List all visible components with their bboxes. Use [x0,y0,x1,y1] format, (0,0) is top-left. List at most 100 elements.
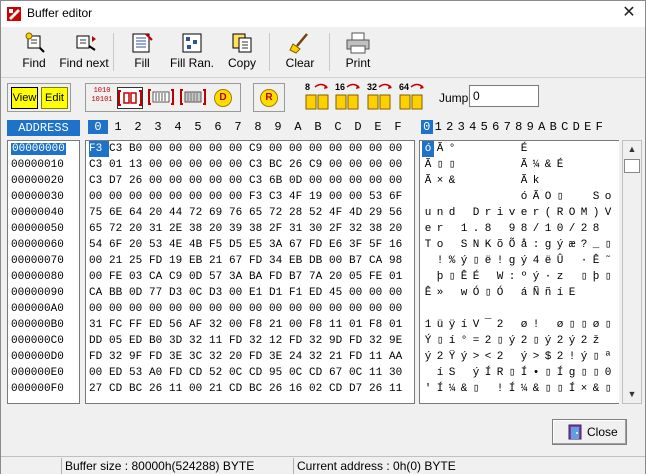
ascii-char[interactable]: ! [530,317,542,333]
hex-byte[interactable]: 38 [249,221,269,237]
hex-byte[interactable]: FD [309,237,329,253]
ascii-char[interactable]: ▯ [554,381,566,397]
ascii-char[interactable]: / [530,221,542,237]
ascii-char[interactable] [506,349,518,365]
ascii-char[interactable]: 2 [482,333,494,349]
hex-byte[interactable]: B0 [129,141,149,157]
ascii-char[interactable]: ý [458,349,470,365]
hex-byte[interactable]: 5F [369,237,389,253]
hex-byte[interactable]: 0D [129,285,149,301]
ascii-char[interactable] [602,173,614,189]
address-row[interactable]: 00000060 [8,237,79,253]
hex-byte[interactable]: 52 [209,365,229,381]
hex-byte[interactable]: EB [189,253,209,269]
ascii-char[interactable] [518,301,530,317]
ascii-char[interactable] [566,301,578,317]
hex-byte[interactable]: 00 [149,301,169,317]
ascii-char[interactable]: w [458,285,470,301]
hex-byte[interactable]: 3E [269,349,289,365]
ascii-char[interactable]: ° [458,333,470,349]
hex-byte[interactable]: 32 [369,333,389,349]
hex-byte[interactable]: ED [309,285,329,301]
ascii-char[interactable] [506,173,518,189]
hex-byte[interactable]: 00 [89,301,109,317]
hex-byte[interactable]: 00 [129,189,149,205]
address-row[interactable]: 00000070 [8,253,79,269]
ascii-char[interactable]: ý [422,349,434,365]
hex-byte[interactable]: 0D [289,173,309,189]
ascii-char[interactable] [422,365,434,381]
ascii-char[interactable]: O [566,205,578,221]
close-icon[interactable]: ✕ [619,3,639,23]
hex-row[interactable]: 54 6F 20 53 4E 4B F5 D5 E5 3A 67 FD E6 3F 5F 16 [86,237,414,253]
ascii-char[interactable]: ý [506,333,518,349]
ascii-char[interactable]: É [554,157,566,173]
ascii-char[interactable] [542,141,554,157]
ascii-char[interactable]: u [422,205,434,221]
bit32-button[interactable]: 32 [365,81,395,113]
hex-byte[interactable]: CD [309,365,329,381]
ascii-char[interactable]: õ [494,237,506,253]
ascii-char[interactable] [506,285,518,301]
hex-byte[interactable]: 32 [249,333,269,349]
ascii-char[interactable]: ý [470,365,482,381]
ascii-char[interactable] [566,157,578,173]
hex-byte[interactable]: BC [269,157,289,173]
hex-byte[interactable]: 69 [209,205,229,221]
hex-byte[interactable]: 39 [229,221,249,237]
ascii-char[interactable] [578,157,590,173]
hex-byte[interactable]: FD [269,269,289,285]
bit64-button[interactable]: 64 [397,81,427,113]
hex-byte[interactable]: 28 [289,205,309,221]
close-button[interactable]: Close [552,419,627,445]
ascii-char[interactable]: M [578,205,590,221]
bit8-button[interactable]: 8 [303,81,333,113]
hex-byte[interactable]: FD [229,333,249,349]
hex-byte[interactable]: 32 [109,349,129,365]
hex-byte[interactable]: 6B [269,173,289,189]
hex-byte[interactable]: D7 [349,381,369,397]
hex-byte[interactable]: 00 [169,301,189,317]
hex-byte[interactable]: C3 [249,157,269,173]
hex-byte[interactable]: 53 [149,237,169,253]
address-row[interactable]: 00000010 [8,157,79,173]
hex-byte[interactable]: 3A [229,269,249,285]
ascii-char[interactable]: 2 [434,349,446,365]
ascii-char[interactable] [542,301,554,317]
hex-byte[interactable]: D3 [209,285,229,301]
ascii-char[interactable]: ñ [542,285,554,301]
ascii-char[interactable] [482,269,494,285]
hex-byte[interactable]: 00 [89,269,109,285]
ascii-char[interactable] [554,173,566,189]
hex-byte[interactable]: 20 [329,269,349,285]
ascii-char[interactable] [458,205,470,221]
ascii-char[interactable]: & [590,381,602,397]
hex-byte[interactable]: C3 [89,157,109,173]
ascii-char[interactable]: í [458,317,470,333]
ascii-char[interactable] [590,157,602,173]
address-row[interactable]: 000000D0 [8,349,79,365]
hex-byte[interactable]: D3 [169,285,189,301]
hex-byte[interactable]: 00 [269,141,289,157]
hex-byte[interactable]: 00 [229,141,249,157]
ascii-char[interactable]: í [434,365,446,381]
hex-byte[interactable]: 00 [149,157,169,173]
ascii-char[interactable]: ! [566,349,578,365]
hex-byte[interactable]: 13 [129,157,149,173]
hex-byte[interactable]: C3 [249,173,269,189]
hex-byte[interactable]: 31 [149,221,169,237]
ascii-char[interactable]: 2 [554,333,566,349]
ascii-char[interactable]: • [530,365,542,381]
hex-byte[interactable]: 26 [289,157,309,173]
ascii-char[interactable]: Í [506,381,518,397]
ascii-char[interactable]: r [530,205,542,221]
ascii-char[interactable]: = [470,333,482,349]
ascii-char[interactable] [602,301,614,317]
ascii-char[interactable]: þ [590,269,602,285]
hex-byte[interactable]: 01 [389,269,409,285]
hex-byte[interactable]: 95 [269,365,289,381]
hex-byte[interactable]: 00 [229,301,249,317]
ascii-char[interactable]: S [590,189,602,205]
ascii-char[interactable]: ▯ [482,285,494,301]
ascii-char[interactable]: S [458,237,470,253]
